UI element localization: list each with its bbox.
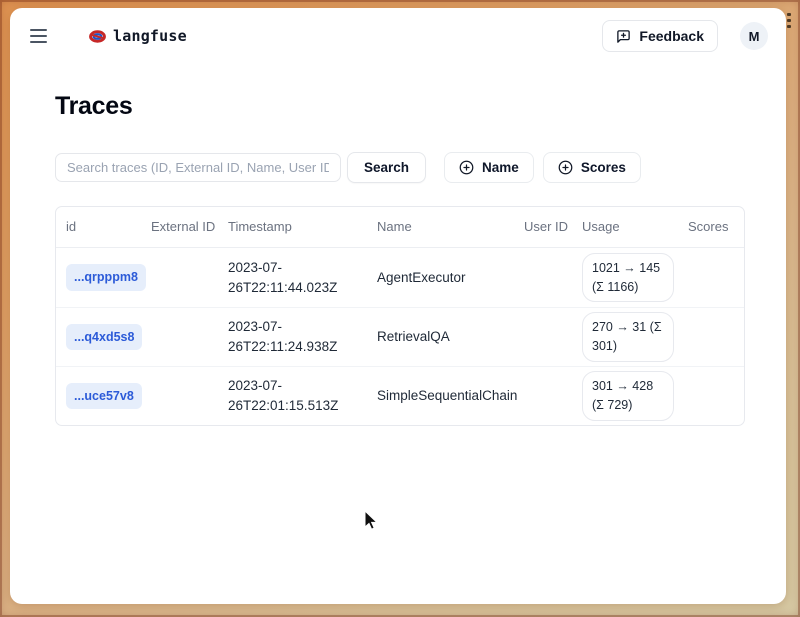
plus-circle-icon (558, 160, 573, 175)
hamburger-menu-icon[interactable] (30, 29, 47, 43)
topbar: langfuse Feedback M (10, 8, 786, 64)
usage-badge: 301 → 428 (Σ 729) (582, 371, 674, 421)
app-window: langfuse Feedback M Tra (10, 8, 786, 604)
page-title: Traces (55, 92, 756, 121)
search-input[interactable] (55, 153, 341, 182)
filter-name-button[interactable]: Name (444, 152, 534, 183)
filter-scores-label: Scores (581, 160, 626, 175)
usage-badge: 270 → 31 (Σ 301) (582, 312, 674, 362)
name-cell: SimpleSequentialChain (377, 386, 524, 406)
timestamp-cell: 2023-07-26T22:01:15.513Z (228, 376, 377, 415)
name-cell: RetrievalQA (377, 327, 524, 347)
col-header-name: Name (377, 219, 524, 235)
message-square-plus-icon (616, 29, 631, 44)
trace-id-link[interactable]: ...q4xd5s8 (66, 324, 142, 350)
usage-badge: 1021 → 145 (Σ 1166) (582, 253, 674, 303)
table-row[interactable]: ...uce57v8 2023-07-26T22:01:15.513Z Simp… (56, 366, 744, 425)
col-header-external-id: External ID (151, 219, 228, 235)
main-content: Traces Search Name (10, 92, 786, 426)
table-header-row: id External ID Timestamp Name User ID Us… (56, 207, 744, 248)
brand-name: langfuse (113, 27, 187, 45)
timestamp-cell: 2023-07-26T22:11:44.023Z (228, 258, 377, 297)
col-header-usage: Usage (582, 219, 688, 235)
desktop-backdrop: langfuse Feedback M Tra (0, 0, 800, 617)
brand[interactable]: langfuse (89, 27, 187, 45)
col-header-id: id (56, 219, 151, 235)
frame-dots (787, 13, 791, 28)
table-row[interactable]: ...qrpppm8 2023-07-26T22:11:44.023Z Agen… (56, 248, 744, 307)
avatar-initial: M (749, 29, 760, 44)
plus-circle-icon (459, 160, 474, 175)
col-header-timestamp: Timestamp (228, 219, 377, 235)
filter-name-label: Name (482, 160, 519, 175)
trace-id-link[interactable]: ...uce57v8 (66, 383, 142, 409)
table-row[interactable]: ...q4xd5s8 2023-07-26T22:11:24.938Z Retr… (56, 307, 744, 366)
col-header-scores: Scores (688, 219, 746, 235)
trace-id-link[interactable]: ...qrpppm8 (66, 264, 146, 290)
name-cell: AgentExecutor (377, 268, 524, 288)
search-button[interactable]: Search (347, 152, 426, 183)
feedback-button[interactable]: Feedback (602, 20, 718, 52)
langfuse-knot-logo-icon (89, 28, 106, 45)
avatar[interactable]: M (740, 22, 768, 50)
feedback-label: Feedback (639, 28, 704, 44)
traces-table: id External ID Timestamp Name User ID Us… (55, 206, 745, 426)
col-header-user-id: User ID (524, 219, 582, 235)
timestamp-cell: 2023-07-26T22:11:24.938Z (228, 317, 377, 356)
toolbar: Search Name Scores (55, 152, 756, 183)
topbar-right: Feedback M (602, 20, 772, 52)
filter-scores-button[interactable]: Scores (543, 152, 641, 183)
